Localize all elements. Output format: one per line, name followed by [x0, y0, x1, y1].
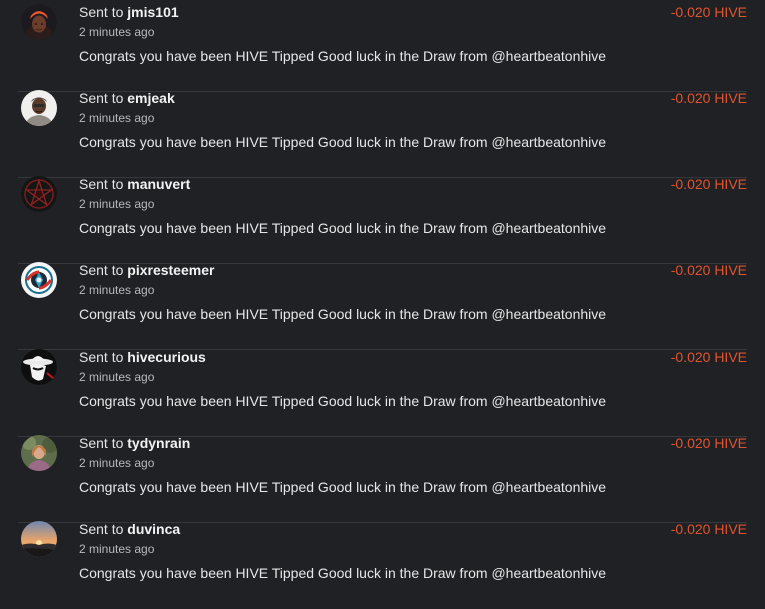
transaction-amount: -0.020 HIVE	[670, 435, 747, 451]
transaction-timestamp: 2 minutes ago	[79, 111, 155, 125]
transaction-amount: -0.020 HIVE	[670, 521, 747, 537]
transaction-title: Sent to jmis101	[79, 2, 179, 22]
transaction-row: Sent to tydynrain 2 minutes ago Congrats…	[0, 435, 765, 523]
hat-silhouette-avatar[interactable]	[21, 349, 57, 385]
transaction-row: Sent to pixresteemer 2 minutes ago Congr…	[0, 262, 765, 350]
man-portrait-avatar[interactable]	[21, 90, 57, 126]
woman-orange-headwrap-avatar[interactable]	[21, 4, 57, 40]
transaction-memo: Congrats you have been HIVE Tipped Good …	[79, 220, 607, 236]
transaction-timestamp: 2 minutes ago	[79, 25, 155, 39]
sent-to-label: Sent to	[79, 4, 124, 20]
transaction-timestamp: 2 minutes ago	[79, 283, 155, 297]
recipient-username-link[interactable]: pixresteemer	[127, 262, 214, 278]
transaction-memo: Congrats you have been HIVE Tipped Good …	[79, 306, 607, 322]
sent-to-label: Sent to	[79, 435, 124, 451]
transaction-title: Sent to manuvert	[79, 174, 190, 194]
transaction-title: Sent to pixresteemer	[79, 260, 214, 280]
transaction-amount: -0.020 HIVE	[670, 176, 747, 192]
transaction-title: Sent to hivecurious	[79, 347, 206, 367]
transaction-timestamp: 2 minutes ago	[79, 456, 155, 470]
transaction-memo: Congrats you have been HIVE Tipped Good …	[79, 479, 607, 495]
transaction-timestamp: 2 minutes ago	[79, 197, 155, 211]
transaction-row: Sent to manuvert 2 minutes ago Congrats …	[0, 176, 765, 264]
recipient-username-link[interactable]: duvinca	[127, 521, 180, 537]
sent-to-label: Sent to	[79, 176, 124, 192]
transaction-row: Sent to emjeak 2 minutes ago Congrats yo…	[0, 90, 765, 178]
transaction-amount: -0.020 HIVE	[670, 349, 747, 365]
transaction-memo: Congrats you have been HIVE Tipped Good …	[79, 565, 607, 581]
transaction-memo: Congrats you have been HIVE Tipped Good …	[79, 393, 607, 409]
recipient-username-link[interactable]: jmis101	[127, 4, 178, 20]
transaction-row: Sent to duvinca 2 minutes ago Congrats y…	[0, 521, 765, 609]
woman-nature-avatar[interactable]	[21, 435, 57, 471]
sunset-landscape-avatar[interactable]	[21, 521, 57, 557]
transaction-row: Sent to jmis101 2 minutes ago Congrats y…	[0, 4, 765, 92]
recipient-username-link[interactable]: hivecurious	[127, 349, 206, 365]
pentagram-avatar[interactable]	[21, 176, 57, 212]
recipient-username-link[interactable]: manuvert	[127, 176, 190, 192]
transaction-title: Sent to tydynrain	[79, 433, 190, 453]
transaction-timestamp: 2 minutes ago	[79, 542, 155, 556]
transaction-memo: Congrats you have been HIVE Tipped Good …	[79, 48, 607, 64]
sent-to-label: Sent to	[79, 262, 124, 278]
transaction-row: Sent to hivecurious 2 minutes ago Congra…	[0, 349, 765, 437]
sent-to-label: Sent to	[79, 349, 124, 365]
sent-to-label: Sent to	[79, 90, 124, 106]
recipient-username-link[interactable]: tydynrain	[127, 435, 190, 451]
camera-aperture-avatar[interactable]	[21, 262, 57, 298]
transaction-title: Sent to duvinca	[79, 519, 180, 539]
sent-to-label: Sent to	[79, 521, 124, 537]
transaction-timestamp: 2 minutes ago	[79, 370, 155, 384]
recipient-username-link[interactable]: emjeak	[127, 90, 174, 106]
transaction-memo: Congrats you have been HIVE Tipped Good …	[79, 134, 607, 150]
transaction-amount: -0.020 HIVE	[670, 90, 747, 106]
transaction-title: Sent to emjeak	[79, 88, 175, 108]
transaction-amount: -0.020 HIVE	[670, 4, 747, 20]
transaction-amount: -0.020 HIVE	[670, 262, 747, 278]
